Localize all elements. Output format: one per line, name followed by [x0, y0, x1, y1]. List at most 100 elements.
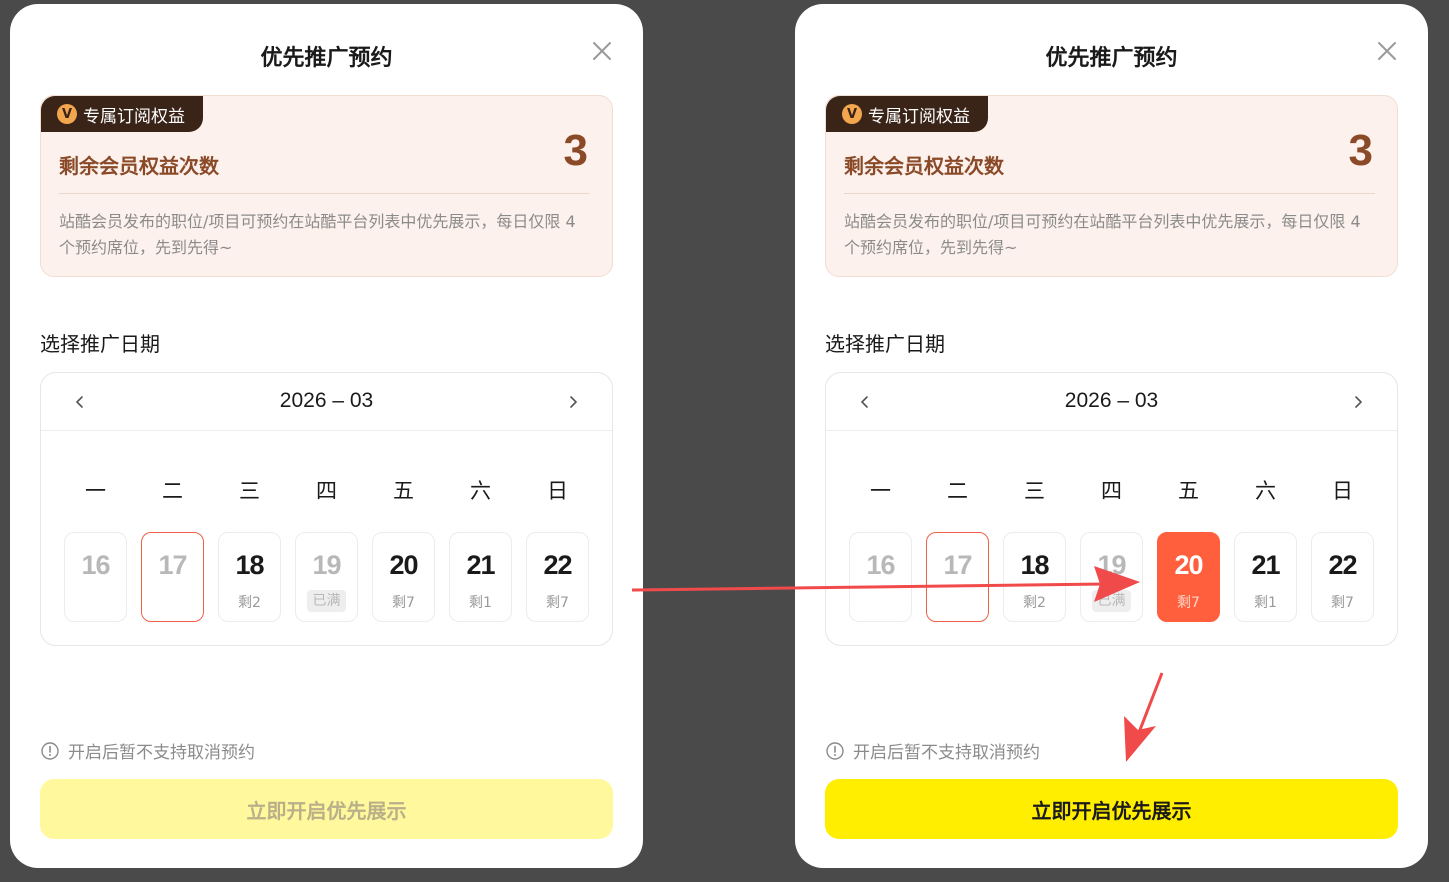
month-label: 2026 – 03 — [279, 389, 374, 412]
day-number: 21 — [466, 550, 495, 580]
day-cell-22[interactable]: 22 剩7 — [1311, 532, 1374, 622]
benefit-label: 剩余会员权益次数 — [844, 154, 1004, 178]
day-row: 16 17 18 剩2 19 已满 20 剩7 21 剩1 22 剩7 — [849, 532, 1374, 622]
weekday-label: 日 — [1332, 479, 1353, 503]
day-cell-16: 16 — [849, 532, 912, 622]
weekday-label: 六 — [1255, 479, 1276, 503]
next-month-button[interactable] — [1346, 390, 1370, 414]
start-priority-button[interactable]: 立即开启优先展示 — [40, 779, 613, 839]
day-number: 22 — [543, 550, 572, 580]
next-month-button[interactable] — [561, 390, 585, 414]
day-number: 20 — [1174, 550, 1203, 580]
weekday-row: 一 二 三 四 五 六 日 — [849, 475, 1374, 505]
day-cell-19: 19 已满 — [295, 532, 358, 622]
day-cell-20-selected[interactable]: 20 剩7 — [1157, 532, 1220, 622]
weekday-label: 六 — [470, 479, 491, 503]
benefit-card: V 专属订阅权益 剩余会员权益次数 3 站酷会员发布的职位/项目可预约在站酷平台… — [825, 95, 1398, 277]
weekday-label: 五 — [393, 479, 414, 503]
benefit-divider — [844, 193, 1375, 194]
day-cell-18[interactable]: 18 剩2 — [1003, 532, 1066, 622]
day-cell-21[interactable]: 21 剩1 — [1234, 532, 1297, 622]
day-cell-20[interactable]: 20 剩7 — [372, 532, 435, 622]
day-remaining: 剩7 — [1331, 595, 1354, 611]
day-number: 17 — [158, 550, 187, 580]
day-remaining: 剩1 — [1254, 595, 1277, 611]
booking-modal-after: 优先推广预约 V 专属订阅权益 剩余会员权益次数 3 站酷会员发布的职位/项目可… — [795, 4, 1428, 868]
day-cell-18[interactable]: 18 剩2 — [218, 532, 281, 622]
vip-badge-icon: V — [842, 104, 862, 124]
weekday-label: 三 — [239, 479, 260, 503]
day-number: 22 — [1328, 550, 1357, 580]
day-remaining: 剩7 — [1177, 595, 1200, 611]
info-circle-icon — [41, 741, 59, 760]
day-cell-21[interactable]: 21 剩1 — [449, 532, 512, 622]
weekday-label: 二 — [947, 479, 968, 503]
day-cell-19: 19 已满 — [1080, 532, 1143, 622]
day-full-badge: 已满 — [1092, 590, 1131, 612]
day-cell-16: 16 — [64, 532, 127, 622]
day-number: 21 — [1251, 550, 1280, 580]
close-button[interactable] — [1372, 36, 1402, 66]
cancel-notice: 开启后暂不支持取消预约 — [825, 738, 1040, 763]
benefit-count: 3 — [563, 126, 588, 175]
calendar-header: 2026 – 03 — [41, 373, 612, 431]
cancel-notice-text: 开启后暂不支持取消预约 — [68, 743, 255, 763]
day-cell-17: 17 — [926, 532, 989, 622]
weekday-label: 一 — [85, 479, 106, 503]
benefit-tag-label: 专属订阅权益 — [83, 106, 185, 127]
cancel-notice-text: 开启后暂不支持取消预约 — [853, 743, 1040, 763]
day-remaining: 剩2 — [238, 595, 261, 611]
calendar: 2026 – 03 一 二 三 四 五 六 日 16 17 18 剩2 19 已… — [40, 372, 613, 646]
day-remaining: 剩7 — [546, 595, 569, 611]
vip-badge-icon: V — [57, 104, 77, 124]
weekday-label: 日 — [547, 479, 568, 503]
close-icon — [1378, 42, 1396, 60]
month-label: 2026 – 03 — [1064, 389, 1159, 412]
day-full-badge: 已满 — [307, 590, 346, 612]
weekday-label: 四 — [316, 479, 337, 503]
modal-title: 优先推广预约 — [1045, 46, 1178, 71]
booking-modal-before: 优先推广预约 V 专属订阅权益 剩余会员权益次数 3 站酷会员发布的职位/项目可… — [10, 4, 643, 868]
benefit-card: V 专属订阅权益 剩余会员权益次数 3 站酷会员发布的职位/项目可预约在站酷平台… — [40, 95, 613, 277]
weekday-label: 五 — [1178, 479, 1199, 503]
benefit-tag: V 专属订阅权益 — [41, 96, 203, 132]
close-button[interactable] — [587, 36, 617, 66]
day-row: 16 17 18 剩2 19 已满 20 剩7 21 剩1 22 剩7 — [64, 532, 589, 622]
day-number: 16 — [866, 550, 895, 580]
day-number: 19 — [312, 550, 341, 580]
date-section-label: 选择推广日期 — [825, 332, 945, 356]
date-section-label: 选择推广日期 — [40, 332, 160, 356]
modal-title: 优先推广预约 — [260, 46, 393, 71]
start-priority-button[interactable]: 立即开启优先展示 — [825, 779, 1398, 839]
weekday-label: 一 — [870, 479, 891, 503]
calendar-header: 2026 – 03 — [826, 373, 1397, 431]
day-number: 16 — [81, 550, 110, 580]
day-number: 18 — [1020, 550, 1049, 580]
chevron-right-icon — [1355, 396, 1363, 408]
weekday-label: 二 — [162, 479, 183, 503]
day-remaining: 剩7 — [392, 595, 415, 611]
benefit-label: 剩余会员权益次数 — [59, 154, 219, 178]
weekday-row: 一 二 三 四 五 六 日 — [64, 475, 589, 505]
chevron-right-icon — [570, 396, 578, 408]
calendar: 2026 – 03 一 二 三 四 五 六 日 16 17 18 剩2 19 已… — [825, 372, 1398, 646]
day-number: 17 — [943, 550, 972, 580]
benefit-description: 站酷会员发布的职位/项目可预约在站酷平台列表中优先展示，每日仅限 4 个预约席位… — [844, 212, 1361, 257]
close-icon — [593, 42, 611, 60]
benefit-count: 3 — [1348, 126, 1373, 175]
cancel-notice: 开启后暂不支持取消预约 — [40, 738, 255, 763]
weekday-label: 四 — [1101, 479, 1122, 503]
benefit-tag: V 专属订阅权益 — [826, 96, 988, 132]
benefit-description: 站酷会员发布的职位/项目可预约在站酷平台列表中优先展示，每日仅限 4 个预约席位… — [59, 212, 576, 257]
day-number: 18 — [235, 550, 264, 580]
day-number: 20 — [389, 550, 418, 580]
day-number: 19 — [1097, 550, 1126, 580]
day-remaining: 剩1 — [469, 595, 492, 611]
day-cell-17: 17 — [141, 532, 204, 622]
benefit-tag-label: 专属订阅权益 — [868, 106, 970, 127]
info-circle-icon — [826, 741, 844, 760]
day-cell-22[interactable]: 22 剩7 — [526, 532, 589, 622]
benefit-divider — [59, 193, 590, 194]
weekday-label: 三 — [1024, 479, 1045, 503]
day-remaining: 剩2 — [1023, 595, 1046, 611]
